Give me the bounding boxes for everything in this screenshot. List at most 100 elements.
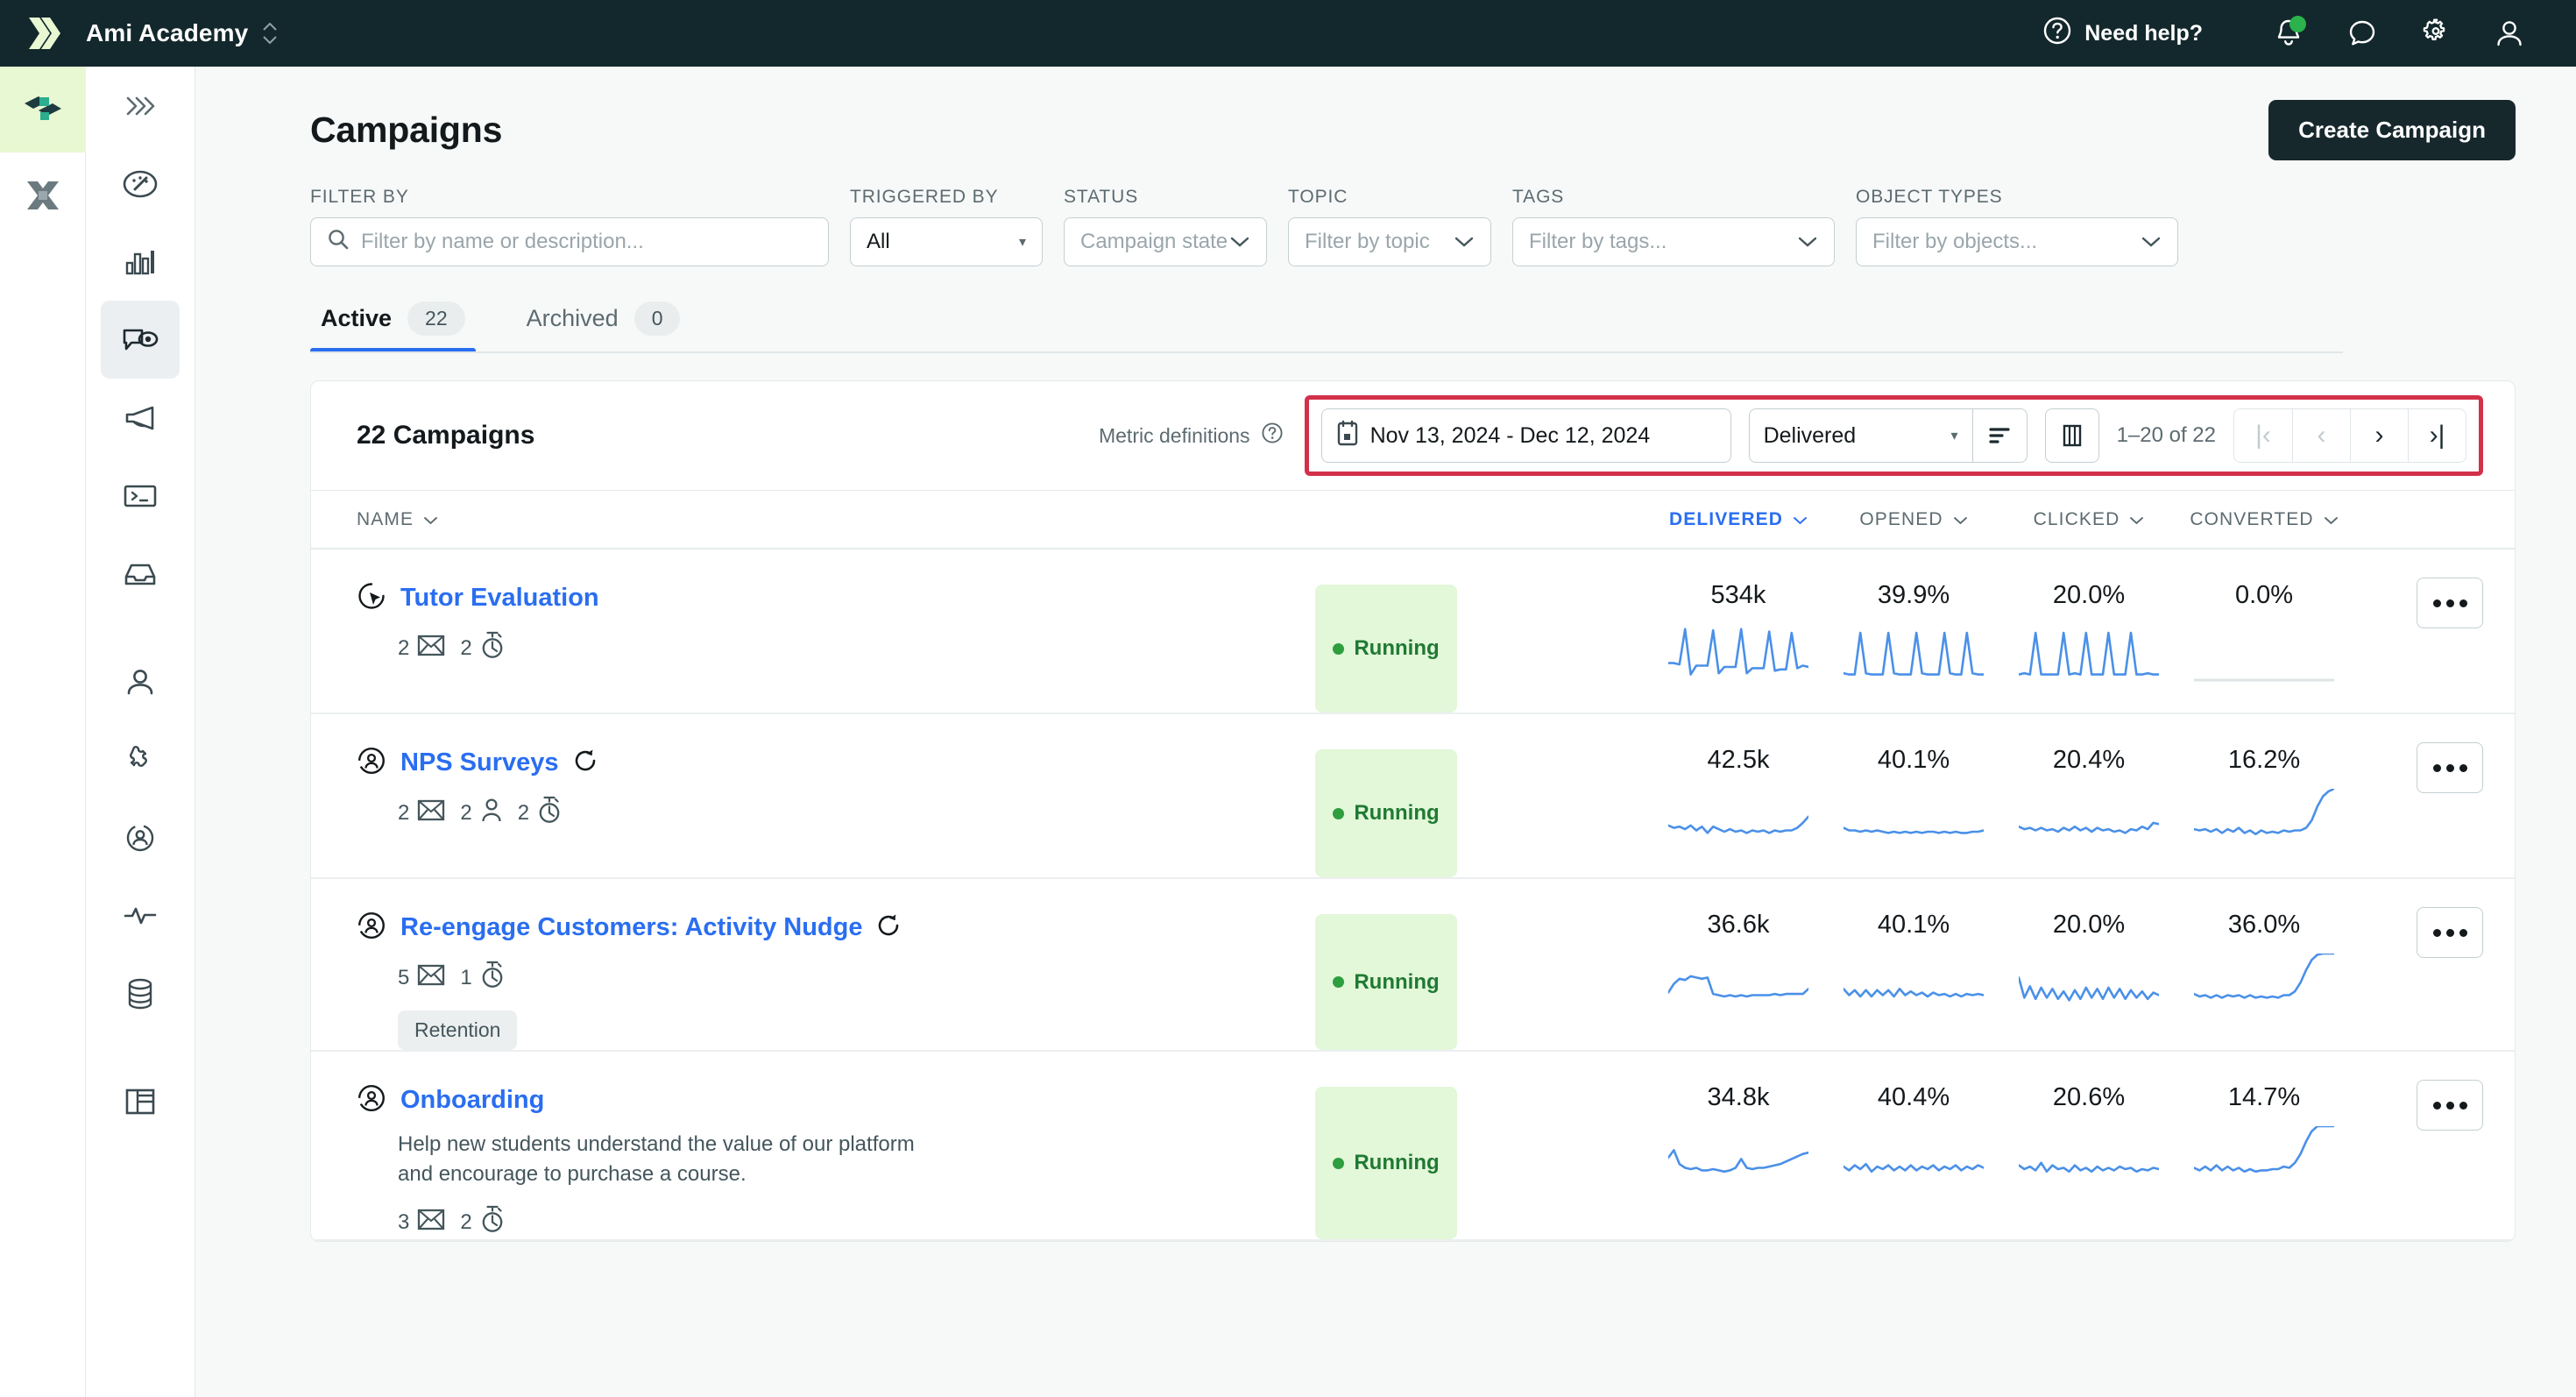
row-more-button[interactable] bbox=[2417, 1080, 2483, 1131]
newsletters-inbox-icon[interactable] bbox=[101, 535, 180, 613]
campaign-name-link[interactable]: Onboarding bbox=[400, 1086, 544, 1115]
tab-archived[interactable]: Archived 0 bbox=[516, 301, 691, 353]
user-icon[interactable] bbox=[2473, 0, 2546, 67]
table-row[interactable]: Tutor Evaluation 2 2 Running 534k 39.9% 20.0% 0… bbox=[311, 550, 2515, 714]
delivered-sparkline bbox=[1667, 954, 1810, 1021]
next-page-button[interactable]: › bbox=[2350, 409, 2408, 462]
timer-icon bbox=[480, 1205, 505, 1239]
column-header-opened[interactable]: OPENED bbox=[1826, 509, 2001, 530]
step-count-timer: 2 bbox=[460, 1205, 504, 1239]
table-row[interactable]: Re-engage Customers: Activity Nudge 5 1 Ret… bbox=[311, 879, 2515, 1052]
search-placeholder: Filter by name or description... bbox=[361, 230, 644, 253]
tags-select[interactable]: Filter by tags... bbox=[1512, 217, 1835, 266]
campaigns-card: 22 Campaigns Metric definitions Nov 13, … bbox=[310, 380, 2516, 1243]
metric-value-clicked: 20.6% bbox=[2052, 1083, 2126, 1111]
org-name[interactable]: Ami Academy bbox=[86, 19, 248, 47]
converted-sparkline bbox=[2192, 1124, 2336, 1194]
topic-select[interactable]: Filter by topic bbox=[1288, 217, 1491, 266]
transactional-terminal-icon[interactable] bbox=[101, 457, 180, 535]
metric-value-converted: 16.2% bbox=[2227, 746, 2301, 774]
metric-cell-converted: 0.0% bbox=[2176, 550, 2352, 713]
people-icon[interactable] bbox=[101, 642, 180, 720]
data-index-database-icon[interactable] bbox=[101, 954, 180, 1032]
status-select[interactable]: Campaign state bbox=[1064, 217, 1267, 266]
email-icon bbox=[417, 634, 445, 663]
status-dot-icon bbox=[1333, 642, 1345, 655]
segments-puzzle-icon[interactable] bbox=[101, 720, 180, 798]
first-page-button[interactable]: |‹ bbox=[2234, 409, 2292, 462]
campaigns-icon[interactable] bbox=[101, 301, 180, 379]
dashboard-gauge-icon[interactable] bbox=[101, 145, 180, 223]
chevron-updown-icon[interactable] bbox=[262, 22, 278, 45]
last-page-button[interactable]: ›| bbox=[2408, 409, 2466, 462]
table-row[interactable]: Onboarding Help new students understand t… bbox=[311, 1052, 2515, 1242]
table-row[interactable]: NPS Surveys 2 2 2 Running 42.5k 40.1% 20.4% 16.2… bbox=[311, 714, 2515, 879]
filter-group-status: STATUS Campaign state bbox=[1064, 187, 1267, 266]
date-range-picker[interactable]: Nov 13, 2024 - Dec 12, 2024 bbox=[1320, 408, 1731, 463]
chevron-down-icon bbox=[1953, 509, 1968, 530]
columns-icon[interactable] bbox=[2044, 408, 2099, 463]
delivered-sparkline bbox=[1667, 789, 1810, 856]
chevron-down-icon bbox=[1793, 509, 1808, 530]
campaign-name-link[interactable]: Re-engage Customers: Activity Nudge bbox=[400, 913, 862, 942]
step-count: 2 bbox=[460, 800, 472, 825]
expand-sidebar-icon[interactable] bbox=[101, 67, 180, 145]
metric-value-opened: 40.1% bbox=[1877, 911, 1950, 939]
collections-table-icon[interactable] bbox=[101, 1062, 180, 1140]
analytics-bar-chart-icon[interactable] bbox=[101, 223, 180, 301]
metric-cells: 34.8k 40.4% 20.6% 14.7% bbox=[1651, 1052, 2352, 1239]
row-more-button[interactable] bbox=[2417, 907, 2483, 958]
status-badge: Running bbox=[1315, 585, 1457, 713]
tag-pill[interactable]: Retention bbox=[398, 1011, 518, 1050]
broadcasts-megaphone-icon[interactable] bbox=[101, 379, 180, 457]
notification-badge bbox=[2289, 16, 2306, 32]
gear-icon[interactable] bbox=[2399, 0, 2473, 67]
row-actions bbox=[2352, 714, 2483, 877]
status-dot-icon bbox=[1333, 1157, 1345, 1169]
search-input[interactable]: Filter by name or description... bbox=[310, 217, 829, 266]
metric-definitions-link[interactable]: Metric definitions bbox=[1099, 422, 1284, 450]
table-header: NAME DELIVERED OPENED CLICKED CONVERTED bbox=[311, 490, 2515, 550]
activity-pulse-icon[interactable] bbox=[101, 876, 180, 954]
brand-logo-icon[interactable] bbox=[0, 14, 86, 53]
email-icon bbox=[417, 963, 445, 992]
campaign-name-link[interactable]: NPS Surveys bbox=[400, 748, 559, 777]
tab-label: Archived bbox=[526, 305, 619, 331]
pagination-controls: |‹ ‹ › ›| bbox=[2233, 408, 2466, 463]
need-help-button[interactable]: Need help? bbox=[2042, 16, 2203, 52]
triggered-by-select[interactable]: All ▾ bbox=[850, 217, 1043, 266]
create-campaign-button[interactable]: Create Campaign bbox=[2268, 100, 2516, 160]
metric-cells: 42.5k 40.1% 20.4% 16.2% bbox=[1651, 714, 2352, 877]
metric-select[interactable]: Delivered ▾ bbox=[1750, 409, 1972, 462]
column-header-converted[interactable]: CONVERTED bbox=[2176, 509, 2352, 530]
row-more-button[interactable] bbox=[2417, 742, 2483, 793]
prev-page-button[interactable]: ‹ bbox=[2292, 409, 2350, 462]
row-more-button[interactable] bbox=[2417, 578, 2483, 628]
date-range-value: Nov 13, 2024 - Dec 12, 2024 bbox=[1369, 422, 1651, 448]
bell-icon[interactable] bbox=[2252, 0, 2325, 67]
status-badge: Running bbox=[1315, 749, 1457, 877]
column-header-clicked[interactable]: CLICKED bbox=[2001, 509, 2176, 530]
chat-bubble-icon[interactable] bbox=[2325, 0, 2399, 67]
sort-icon[interactable] bbox=[1971, 409, 2027, 462]
object-types-select[interactable]: Filter by objects... bbox=[1856, 217, 2178, 266]
converted-sparkline-empty bbox=[2194, 624, 2334, 691]
data-pipelines-app-icon[interactable] bbox=[0, 152, 86, 238]
campaign-title-line: Re-engage Customers: Activity Nudge bbox=[357, 911, 1259, 945]
campaign-info: NPS Surveys 2 2 2 bbox=[357, 714, 1259, 877]
column-label: DELIVERED bbox=[1668, 508, 1784, 529]
step-count-email: 2 bbox=[398, 798, 445, 827]
column-header-delivered[interactable]: DELIVERED bbox=[1651, 509, 1826, 530]
customerio-app-icon[interactable] bbox=[0, 67, 86, 152]
filter-group-triggered-by: TRIGGERED BY All ▾ bbox=[850, 187, 1043, 266]
column-header-name[interactable]: NAME bbox=[357, 509, 1233, 530]
campaign-name-link[interactable]: Tutor Evaluation bbox=[400, 584, 599, 613]
clicked-sparkline bbox=[2017, 954, 2161, 1021]
recurring-icon bbox=[876, 913, 901, 942]
top-bar-actions: Need help? bbox=[2042, 0, 2576, 67]
campaign-step-counts: 51 bbox=[398, 961, 1259, 995]
tab-active[interactable]: Active 22 bbox=[310, 301, 476, 353]
caret-down-icon: ▾ bbox=[1018, 235, 1026, 250]
profiles-icon[interactable] bbox=[101, 798, 180, 876]
campaign-step-counts: 22 bbox=[398, 631, 1259, 665]
